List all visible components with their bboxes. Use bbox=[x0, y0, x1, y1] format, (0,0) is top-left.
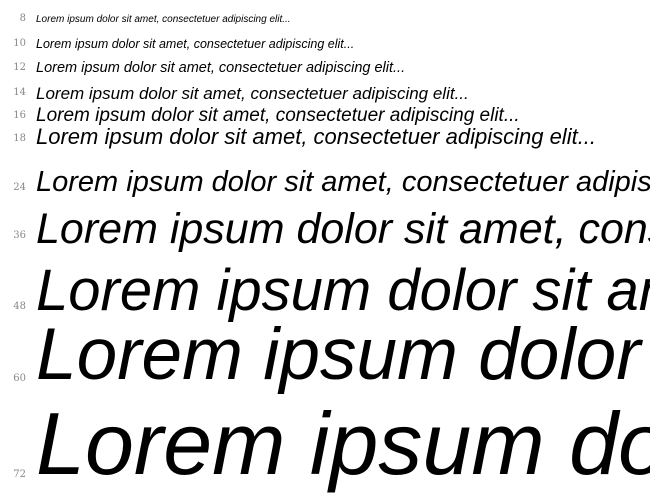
size-label-10: 10 bbox=[13, 38, 26, 49]
sample-line-24: Lorem ipsum dolor sit amet, consectetuer… bbox=[36, 166, 650, 198]
sample-line-48: Lorem ipsum dolor sit amet, consectetuer… bbox=[36, 258, 650, 323]
sample-line-18: Lorem ipsum dolor sit amet, consectetuer… bbox=[36, 124, 597, 149]
sample-line-8: Lorem ipsum dolor sit amet, consectetuer… bbox=[36, 14, 291, 25]
sample-line-16: Lorem ipsum dolor sit amet, consectetuer… bbox=[36, 105, 520, 126]
size-label-36: 36 bbox=[13, 230, 26, 241]
sample-line-10: Lorem ipsum dolor sit amet, consectetuer… bbox=[36, 37, 355, 51]
size-label-12: 12 bbox=[13, 62, 26, 73]
size-label-8: 8 bbox=[19, 13, 26, 24]
size-label-24: 24 bbox=[13, 182, 26, 193]
size-label-16: 16 bbox=[13, 110, 26, 121]
sample-line-60: Lorem ipsum dolor sit amet, consectetuer… bbox=[36, 314, 650, 395]
sample-line-12: Lorem ipsum dolor sit amet, consectetuer… bbox=[36, 60, 406, 76]
size-label-60: 60 bbox=[13, 373, 26, 384]
sample-line-36: Lorem ipsum dolor sit amet, consectetuer… bbox=[36, 205, 650, 253]
size-label-72: 72 bbox=[13, 469, 26, 480]
size-label-48: 48 bbox=[13, 301, 26, 312]
sample-line-14: Lorem ipsum dolor sit amet, consectetuer… bbox=[36, 84, 469, 103]
size-label-14: 14 bbox=[13, 87, 26, 98]
sample-line-72: Lorem ipsum dolor sit amet, consectetuer… bbox=[36, 394, 650, 493]
size-label-18: 18 bbox=[13, 133, 26, 144]
